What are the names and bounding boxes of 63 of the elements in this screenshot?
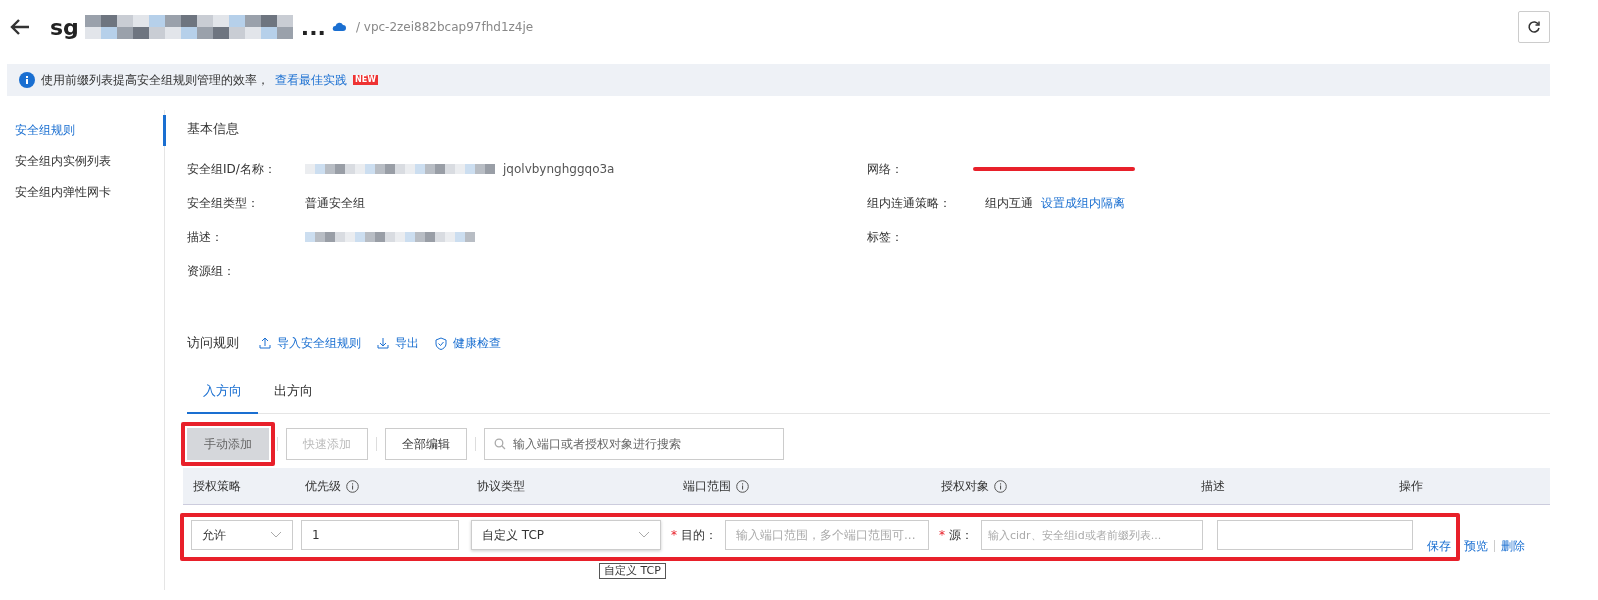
field-value: 组内互通: [985, 194, 1033, 212]
chevron-down-icon: [270, 531, 282, 539]
toolbar-button[interactable]: 全部编辑: [385, 428, 467, 460]
breadcrumb: / vpc-2zei882bcap97fhd1z4je: [355, 20, 534, 34]
field-label: 源：: [949, 526, 973, 544]
shield-icon: [435, 336, 447, 350]
column-header: 授权策略: [193, 477, 241, 495]
field-value: jqolvbynghggqo3a: [503, 162, 615, 176]
field-label: 网络：: [867, 160, 904, 178]
required-mark: *: [671, 528, 677, 542]
column-header: 授权对象: [941, 477, 989, 495]
notice-text: 使用前缀列表提高安全组规则管理的效率，: [41, 71, 269, 89]
search-field[interactable]: 输入端口或者授权对象进行搜索: [484, 428, 784, 460]
action-link[interactable]: 导出: [377, 334, 419, 352]
sidebar-item[interactable]: 安全组内实例列表: [0, 146, 164, 177]
field-label: 目的：: [681, 526, 717, 544]
required-mark: *: [939, 528, 945, 542]
protocol-select[interactable]: 自定义 TCP: [471, 520, 661, 550]
field-label: 描述：: [187, 228, 224, 246]
column-header: 描述: [1201, 477, 1225, 495]
sidebar-item[interactable]: 安全组规则: [0, 115, 166, 146]
info-icon: [736, 479, 749, 493]
info-icon: [19, 72, 35, 88]
priority-field[interactable]: 1: [301, 520, 459, 550]
best-practice-link[interactable]: 查看最佳实践: [275, 71, 347, 89]
column-header: 优先级: [305, 477, 341, 495]
download-icon: [377, 337, 389, 349]
section-title: 访问规则: [187, 334, 239, 352]
cloud-icon: [331, 22, 346, 32]
isolation-link[interactable]: 设置成组内隔离: [1041, 194, 1125, 212]
source-field[interactable]: 输入cidr、安全组id或者前缀列表...: [981, 520, 1203, 550]
field-label: 资源组：: [187, 262, 236, 280]
row-action-link[interactable]: 保存: [1427, 537, 1451, 555]
info-icon: [994, 479, 1007, 493]
new-badge: NEW: [353, 75, 378, 85]
column-header: 端口范围: [683, 477, 731, 495]
refresh-button[interactable]: [1518, 11, 1550, 43]
action-link[interactable]: 导入安全组规则: [259, 334, 361, 352]
sidebar-item[interactable]: 安全组内弹性网卡: [0, 177, 164, 208]
upload-icon: [259, 337, 271, 349]
description-field[interactable]: [1217, 520, 1413, 550]
column-header: 协议类型: [477, 477, 525, 495]
row-action-link[interactable]: 删除: [1501, 537, 1525, 555]
title-ellipsis: ...: [300, 14, 326, 40]
search-icon: [494, 438, 506, 450]
direction-tab[interactable]: 入方向: [187, 372, 258, 414]
row-action-link[interactable]: 预览: [1464, 537, 1488, 555]
action-link[interactable]: 健康检查: [435, 334, 501, 352]
field-label: 组内连通策略：: [867, 194, 952, 212]
direction-tab[interactable]: 出方向: [258, 372, 329, 413]
page-title: sg: [50, 14, 79, 40]
field-label: 安全组ID/名称：: [187, 160, 277, 178]
field-label: 安全组类型：: [187, 194, 260, 212]
tooltip: 自定义 TCP: [599, 563, 666, 579]
section-title: 基本信息: [187, 120, 240, 138]
field-value: 普通安全组: [305, 194, 365, 212]
field-label: 标签：: [867, 228, 904, 246]
info-icon: [346, 479, 359, 493]
refresh-icon: [1527, 20, 1541, 34]
port-range-field[interactable]: 输入端口范围，多个端口范围可...: [725, 520, 929, 550]
column-header: 操作: [1399, 477, 1423, 495]
chevron-down-icon: [638, 531, 650, 539]
policy-select[interactable]: 允许: [191, 520, 293, 550]
